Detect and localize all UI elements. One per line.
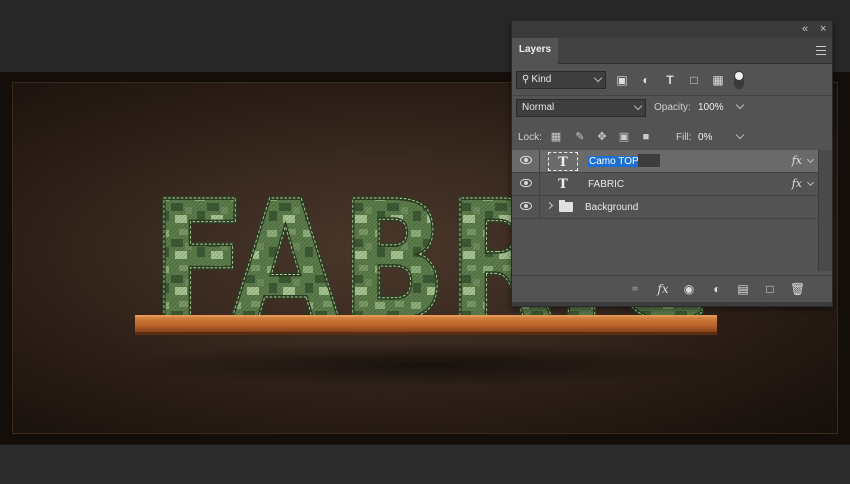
delete-layer-icon[interactable]: 🗑 [790,282,805,296]
fill-dropdown-icon[interactable] [735,130,745,140]
fill-label: Fill: [676,132,692,143]
layers-panel: « × Layers ⚲ Kind ▣ ◐ T □ ▦ Normal Opacit… [511,20,833,307]
tab-layers[interactable]: Layers [512,38,558,64]
chevron-down-icon [593,73,603,83]
type-filter-icon[interactable]: T [663,73,677,87]
layer-row-fabric[interactable]: T FABRIC fx [512,173,818,196]
panel-menu-icon[interactable] [816,46,826,55]
add-layer-style-icon[interactable]: fx [656,282,670,296]
pixel-filter-icon[interactable]: ▣ [615,73,629,87]
blend-mode-select[interactable]: Normal [516,99,646,117]
type-layer-thumbnail-icon: T [548,152,578,171]
eye-icon[interactable] [520,156,532,164]
layer-row-camo-top[interactable]: T Camo TOP fx [512,150,818,173]
search-icon: ⚲ [522,74,530,85]
lock-transparent-pixels-icon[interactable]: ▦ [550,131,562,143]
shape-filter-icon[interactable]: □ [687,73,701,87]
adjustment-layer-icon[interactable]: ◐ [710,282,724,296]
type-layer-thumbnail-icon: T [558,177,568,192]
fx-icon[interactable]: fx [792,154,802,167]
blend-mode-value: Normal [522,102,555,113]
chevron-down-icon [633,101,643,111]
panel-bottom-bar: ⚭ fx ◉ ◐ ▤ □ 🗑 [512,275,832,301]
lock-all-icon[interactable]: ■ [640,131,652,143]
adjustment-filter-icon[interactable]: ◐ [639,73,653,87]
close-icon[interactable]: × [820,22,826,36]
eye-icon[interactable] [520,179,532,187]
lock-label: Lock: [518,132,542,143]
new-group-icon[interactable]: ▤ [736,282,750,296]
opacity-label: Opacity: [654,102,691,113]
smart-object-filter-icon[interactable]: ▦ [711,73,725,87]
panel-bottom-edge [512,302,832,306]
opacity-input[interactable]: 100% [698,102,724,113]
panel-titlebar[interactable]: « × [512,21,832,38]
opacity-dropdown-icon[interactable] [735,100,745,110]
double-chevron-icon[interactable]: « [802,22,808,36]
link-layers-icon[interactable]: ⚭ [628,282,642,296]
layer-name: FABRIC [588,179,625,190]
lock-row: Lock: ▦ ✎ ✥ ▣ ■ Fill: 0% [512,124,832,151]
layers-scrollbar[interactable] [818,150,832,271]
lock-artboard-icon[interactable]: ▣ [618,131,630,143]
kind-filter-select[interactable]: ⚲ Kind [516,71,606,89]
filter-toggle-icon[interactable] [734,71,744,89]
blend-row: Normal Opacity: 100% [512,97,832,124]
workspace-bottom [0,444,850,484]
lock-position-icon[interactable]: ✥ [596,131,608,143]
chevron-right-icon[interactable] [545,201,554,210]
fill-input[interactable]: 0% [698,132,712,143]
eye-icon[interactable] [520,202,532,210]
lock-image-pixels-icon[interactable]: ✎ [574,131,586,143]
layer-row-background-group[interactable]: Background [512,196,818,219]
panel-tab-row: Layers [512,38,832,64]
folder-icon [559,200,573,212]
expand-effects-icon[interactable] [806,178,815,187]
kind-filter-label: Kind [531,74,552,85]
layer-name-input[interactable]: Camo TOP [588,155,640,168]
add-mask-icon[interactable]: ◉ [682,282,696,296]
layers-list: T Camo TOP fx T FABRIC fx Background [512,150,818,271]
fx-icon[interactable]: fx [792,177,802,190]
expand-effects-icon[interactable] [806,155,815,164]
wooden-shelf [135,315,717,333]
layer-name: Background [585,202,639,213]
new-layer-icon[interactable]: □ [763,282,777,296]
